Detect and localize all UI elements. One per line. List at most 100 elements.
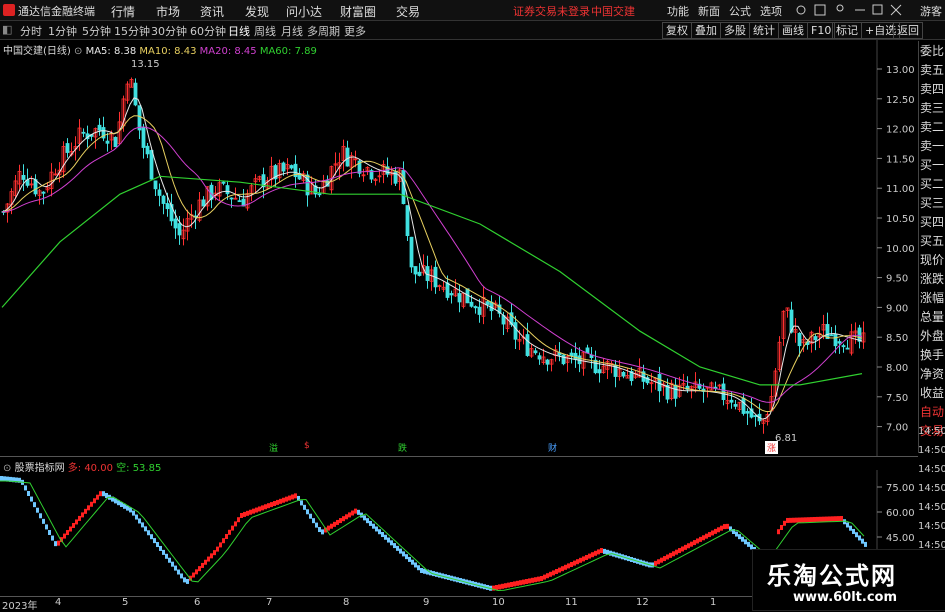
mark-button[interactable]: 标记 bbox=[832, 22, 862, 39]
indicator-bar bbox=[204, 559, 207, 565]
indicator-bar bbox=[303, 504, 306, 510]
panel-item[interactable]: 买一 bbox=[920, 155, 945, 175]
login-warning[interactable]: 证券交易未登录 bbox=[513, 3, 590, 19]
indicator-bar bbox=[318, 527, 321, 533]
indicator-bar bbox=[408, 556, 411, 562]
indicator-bar bbox=[507, 582, 510, 588]
event-marker[interactable]: 溢 bbox=[267, 441, 280, 454]
panel-item[interactable]: 外盘 bbox=[920, 326, 945, 346]
indicator-bar bbox=[252, 508, 255, 514]
indicator-bar bbox=[180, 573, 183, 579]
candle bbox=[221, 181, 226, 184]
panel-item[interactable]: 涨跌 bbox=[920, 269, 945, 289]
message-icon[interactable] bbox=[814, 4, 826, 16]
panel-item[interactable]: 买五 bbox=[920, 231, 945, 251]
menu-ask[interactable]: 问小达 bbox=[286, 3, 322, 20]
refresh-icon[interactable] bbox=[796, 5, 806, 15]
event-marker[interactable]: $ bbox=[302, 441, 312, 451]
candle bbox=[841, 345, 846, 348]
indicator-bar bbox=[135, 514, 138, 520]
panel-item[interactable]: 卖一 bbox=[920, 136, 945, 156]
ma60-label: MA60: 7.89 bbox=[259, 46, 317, 57]
menu-new-page[interactable]: 新面 bbox=[698, 3, 720, 19]
panel-item[interactable]: 净资 bbox=[920, 364, 945, 384]
indicator-bar bbox=[378, 529, 381, 535]
indicator-bar bbox=[270, 502, 273, 508]
menu-options[interactable]: 选项 bbox=[760, 3, 782, 19]
event-marker[interactable]: 跌 bbox=[396, 441, 409, 454]
indicator-bar bbox=[570, 562, 573, 567]
period-multi[interactable]: 多周期 bbox=[307, 23, 340, 39]
candle bbox=[317, 193, 322, 196]
indicator-bar bbox=[168, 557, 171, 563]
period-5min[interactable]: 5分钟 bbox=[82, 23, 111, 39]
panel-item[interactable]: 卖二 bbox=[920, 117, 945, 137]
settings-icon[interactable]: ⊙ bbox=[74, 46, 82, 57]
panel-item[interactable]: 现价 bbox=[920, 250, 945, 270]
statistics-button[interactable]: 统计 bbox=[749, 22, 779, 39]
auto-trade-item[interactable]: 自动 bbox=[920, 402, 945, 422]
panel-item[interactable]: 委比 bbox=[920, 41, 945, 61]
period-15min[interactable]: 15分钟 bbox=[114, 23, 150, 39]
price-chart[interactable]: 13.00 12.50 12.00 11.50 11.00 10.50 10.00 9.50 9… bbox=[0, 40, 918, 456]
panel-item[interactable]: 换手 bbox=[920, 345, 945, 365]
event-marker[interactable]: 涨 bbox=[765, 441, 779, 454]
event-marker[interactable]: 财 bbox=[546, 441, 559, 454]
panel-item[interactable]: 总量 bbox=[920, 307, 945, 327]
panel-item[interactable]: 买二 bbox=[920, 174, 945, 194]
high-price-label: 13.15 bbox=[131, 59, 160, 70]
panel-item[interactable]: 买四 bbox=[920, 212, 945, 232]
guest-label[interactable]: 游客 bbox=[920, 3, 942, 19]
draw-line-button[interactable]: 画线 bbox=[778, 22, 808, 39]
panel-item[interactable]: 收益 bbox=[920, 383, 945, 403]
watermark-url: www.60lt.com bbox=[793, 590, 898, 605]
period-bar: ◧ 分时 1分钟 5分钟 15分钟 30分钟 60分钟 日线 周线 月线 多周期… bbox=[0, 21, 945, 40]
indicator-bar bbox=[228, 529, 231, 535]
panel-item[interactable]: 卖五 bbox=[920, 60, 945, 80]
indicator-bar bbox=[225, 534, 228, 539]
menu-exchange[interactable]: 市场 bbox=[156, 3, 180, 20]
time-label: 14:50 bbox=[918, 521, 945, 532]
menu-discover[interactable]: 发现 bbox=[245, 3, 269, 20]
period-intraday[interactable]: 分时 bbox=[20, 23, 42, 39]
period-30min[interactable]: 30分钟 bbox=[151, 23, 187, 39]
watermark-text: 乐淘公式网 bbox=[767, 562, 897, 590]
adjust-button[interactable]: 复权 bbox=[662, 22, 692, 39]
period-monthly[interactable]: 月线 bbox=[281, 23, 303, 39]
ma5-line bbox=[1, 97, 863, 420]
candle bbox=[445, 282, 450, 298]
menu-wealth[interactable]: 财富圈 bbox=[340, 3, 376, 20]
y-tick-label: 11.50 bbox=[886, 154, 915, 165]
menu-formula[interactable]: 公式 bbox=[729, 3, 751, 19]
menu-market[interactable]: 行情 bbox=[111, 3, 135, 20]
user-icon[interactable] bbox=[836, 4, 844, 12]
period-60min[interactable]: 60分钟 bbox=[190, 23, 226, 39]
panel-item[interactable]: 买三 bbox=[920, 193, 945, 213]
menu-news[interactable]: 资讯 bbox=[200, 3, 224, 20]
indicator-y-label: 75.00 bbox=[886, 483, 915, 494]
indicator-bar bbox=[255, 507, 258, 513]
back-button[interactable]: 返回 bbox=[893, 22, 923, 39]
menu-trade[interactable]: 交易 bbox=[396, 3, 420, 20]
candle bbox=[537, 355, 542, 360]
panel-item[interactable]: 卖三 bbox=[920, 98, 945, 118]
indicator-bar bbox=[525, 579, 528, 584]
panel-item[interactable]: 卖四 bbox=[920, 79, 945, 99]
indicator-bar bbox=[336, 519, 339, 525]
indicator-bar bbox=[201, 562, 204, 568]
maximize-icon[interactable] bbox=[872, 4, 883, 15]
period-1min[interactable]: 1分钟 bbox=[48, 23, 77, 39]
overlay-button[interactable]: 叠加 bbox=[691, 22, 721, 39]
panel-item[interactable]: 涨幅 bbox=[920, 288, 945, 308]
indicator-bar bbox=[393, 543, 396, 549]
period-daily[interactable]: 日线 bbox=[228, 23, 250, 39]
indicator-bar bbox=[195, 569, 198, 575]
menu-function[interactable]: 功能 bbox=[667, 3, 689, 19]
period-weekly[interactable]: 周线 bbox=[254, 23, 276, 39]
indicator-bar bbox=[840, 516, 843, 521]
period-more[interactable]: 更多 bbox=[344, 23, 366, 39]
panel-toggle-icon[interactable]: ◧ bbox=[2, 23, 12, 36]
candle bbox=[289, 165, 294, 169]
multi-stock-button[interactable]: 多股 bbox=[720, 22, 750, 39]
indicator-bar bbox=[264, 504, 267, 510]
